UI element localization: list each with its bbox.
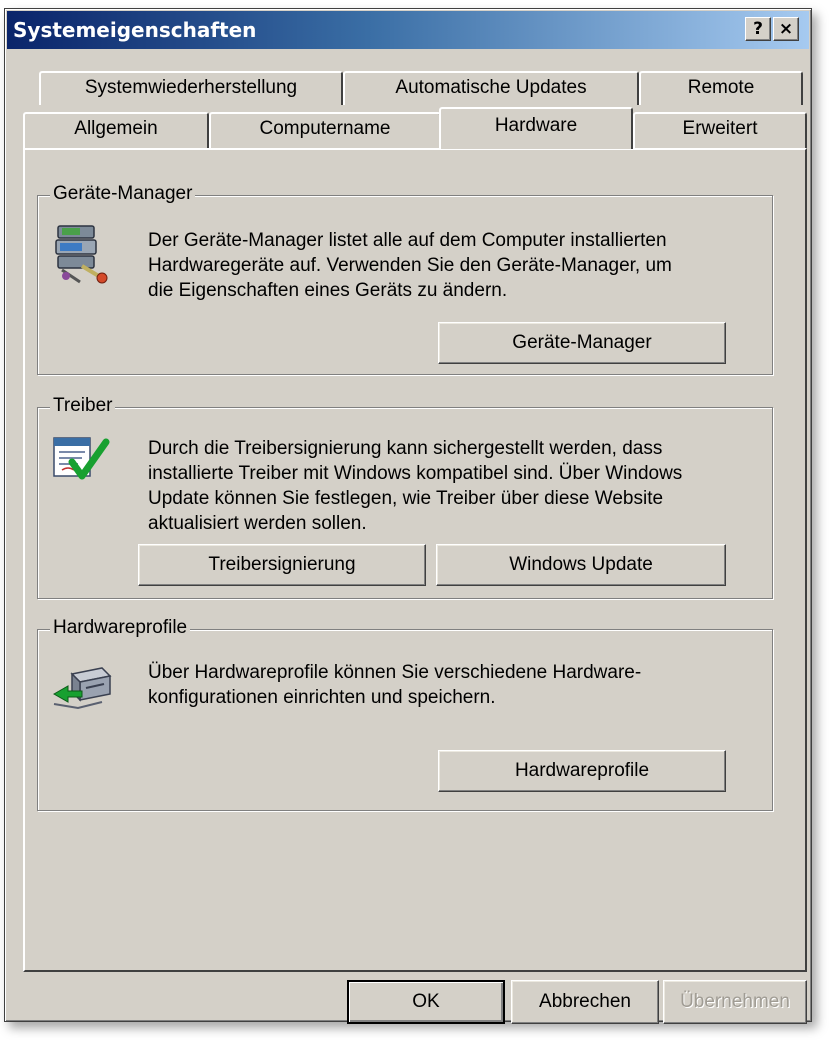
tab-allgemein[interactable]: Allgemein: [23, 112, 209, 148]
hardware-profiles-group: Hardwareprofile Über Hardwareprofile kön…: [37, 617, 773, 811]
windows-update-button[interactable]: Windows Update: [436, 544, 726, 586]
title-bar[interactable]: Systemeigenschaften ? ×: [7, 11, 809, 49]
drivers-legend: Treiber: [50, 395, 116, 417]
tab-automatische-updates[interactable]: Automatische Updates: [343, 71, 639, 105]
device-manager-text-line-3: die Eigenschaften eines Geräts zu ändern…: [148, 280, 508, 301]
device-manager-group: Geräte-Manager Der Geräte-Manager listet…: [37, 183, 773, 375]
driver-signing-button[interactable]: Treibersignierung: [138, 544, 426, 586]
hardware-profiles-legend: Hardwareprofile: [50, 617, 191, 639]
device-manager-button[interactable]: Geräte-Manager: [438, 322, 726, 364]
device-manager-legend: Geräte-Manager: [50, 183, 196, 205]
hardware-profile-icon: [52, 667, 112, 710]
device-manager-icon: [55, 225, 108, 284]
close-button[interactable]: ×: [773, 17, 799, 41]
drivers-text-line-1: Durch die Treibersignierung kann sicherg…: [148, 438, 663, 459]
apply-button: Übernehmen: [663, 980, 807, 1024]
window-title: Systemeigenschaften: [13, 18, 257, 42]
tab-remote[interactable]: Remote: [639, 71, 803, 105]
device-manager-text-line-2: Hardwaregeräte auf. Verwenden Sie den Ge…: [148, 255, 672, 276]
help-button[interactable]: ?: [745, 17, 771, 41]
ok-button[interactable]: OK: [347, 980, 505, 1024]
driver-signing-icon: [53, 437, 110, 480]
tab-erweitert[interactable]: Erweitert: [633, 112, 807, 148]
cancel-button[interactable]: Abbrechen: [511, 980, 659, 1024]
tab-systemwiederherstellung[interactable]: Systemwiederherstellung: [39, 71, 343, 105]
drivers-text-line-4: aktualisiert werden sollen.: [148, 513, 367, 534]
tab-hardware[interactable]: Hardware: [439, 107, 633, 149]
drivers-group: Treiber Durch die Treibersignierung kann…: [37, 395, 773, 599]
tab-computername[interactable]: Computername: [209, 112, 441, 148]
drivers-text-line-2: installierte Treiber mit Windows kompati…: [148, 463, 683, 484]
hardware-profiles-button[interactable]: Hardwareprofile: [438, 750, 726, 792]
hardware-profiles-text-line-1: Über Hardwareprofile können Sie verschie…: [148, 662, 642, 683]
drivers-text-line-3: Update können Sie festlegen, wie Treiber…: [148, 488, 664, 509]
hardware-profiles-text-line-2: konfigurationen einrichten und speichern…: [148, 687, 496, 708]
system-properties-dialog: Systemeigenschaften ? × Systemwiederhers…: [4, 8, 812, 1024]
device-manager-text-line-1: Der Geräte-Manager listet alle auf dem C…: [148, 230, 667, 251]
